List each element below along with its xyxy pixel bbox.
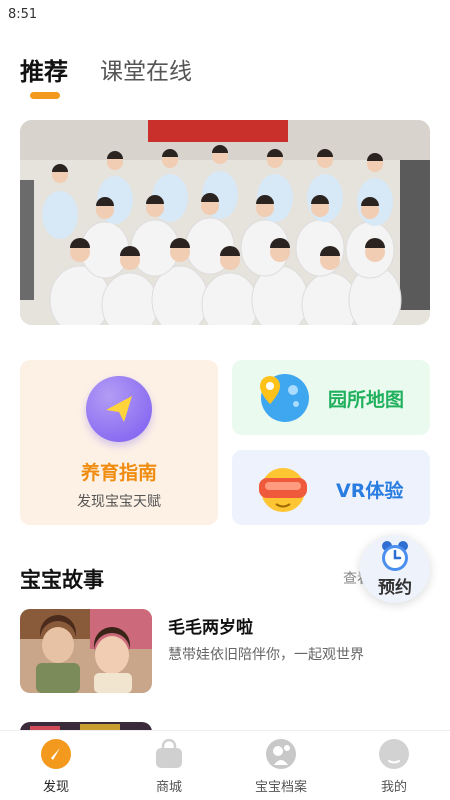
group-photo-banner [20,120,430,325]
tab-recommend[interactable]: 推荐 [20,52,68,87]
tab-online-class[interactable]: 课堂在线 [100,52,192,86]
stories-section-title: 宝宝故事 [20,568,104,592]
nav-mine-label: 我的 [380,780,407,795]
vr-goggles-icon [259,468,307,512]
appointment-button[interactable]: 预约 [360,535,430,603]
nav-discover-label: 发现 [42,780,69,795]
campus-map-card[interactable]: 园所地图 [232,360,430,435]
vr-experience-title: VR体验 [336,480,404,502]
user-avatar-icon [379,739,409,769]
shopping-bag-icon [156,739,182,768]
story-thumbnail [20,609,152,693]
nav-mine[interactable]: 我的 [349,739,439,799]
baby-profile-icon [266,739,296,769]
compass-icon [41,739,71,769]
nav-shop[interactable]: 商城 [124,739,214,799]
parenting-guide-subtitle: 发现宝宝天赋 [77,494,161,510]
map-pin-icon [260,374,309,422]
banner-image[interactable] [20,120,430,325]
nav-baby-profile[interactable]: 宝宝档案 [236,739,326,799]
alarm-clock-icon [382,541,408,571]
parenting-guide-title: 养育指南 [80,462,157,484]
vr-experience-card[interactable]: VR体验 [232,450,430,525]
status-bar: 8:51 [0,0,450,30]
status-time: 8:51 [8,7,38,22]
appointment-label: 预约 [378,578,412,598]
campus-map-title: 园所地图 [328,389,405,411]
parenting-guide-card[interactable]: 养育指南 发现宝宝天赋 [20,360,218,525]
nav-baby-profile-label: 宝宝档案 [254,780,307,795]
nav-shop-label: 商城 [155,780,182,795]
paper-plane-icon [86,376,152,442]
bottom-nav: 发现 商城 宝宝档案 我的 [0,730,450,800]
story-title: 毛毛两岁啦 [168,618,253,638]
tab-active-indicator [30,92,60,99]
story-description: 慧带娃依旧陪伴你，一起观世界 [168,647,364,663]
nav-discover[interactable]: 发现 [11,739,101,799]
list-item[interactable]: 毛毛两岁啦 慧带娃依旧陪伴你，一起观世界 [20,609,430,693]
